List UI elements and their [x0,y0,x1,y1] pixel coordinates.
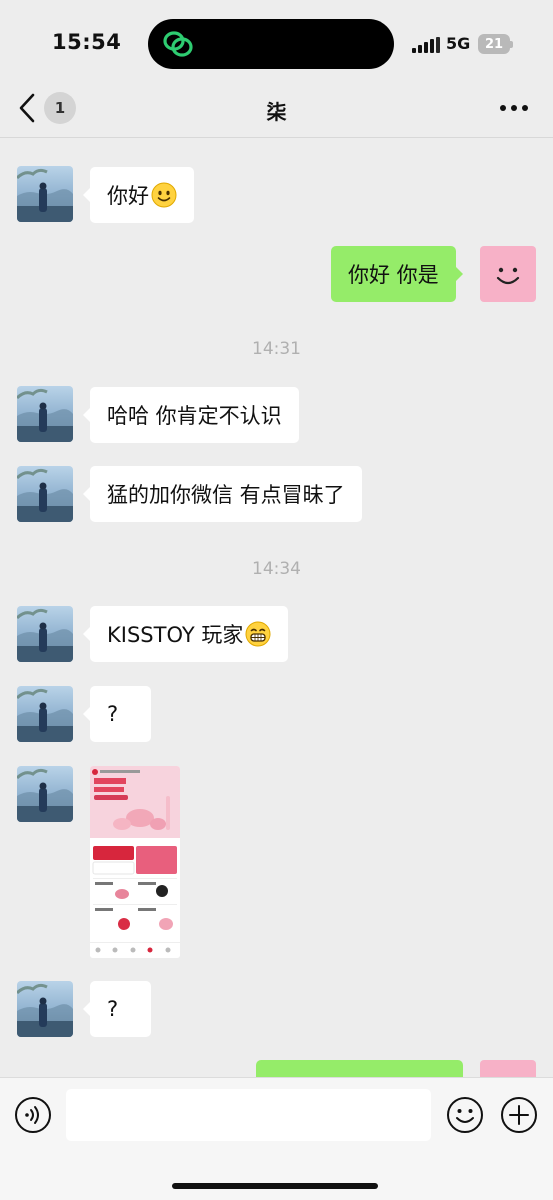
battery-tip [510,41,513,48]
incoming-message-bubble[interactable]: ? [83,686,151,742]
status-time: 15:54 [52,30,122,54]
message-text: 你好 你是 [348,263,439,287]
grin-emoji-icon [245,621,271,647]
status-bar: 15:54 5G 21 [0,0,553,80]
incoming-message-bubble[interactable]: 猛的加你微信 有点冒昧了 [83,466,362,522]
message-text: ? [107,702,119,726]
message-timestamp: 14:34 [252,559,301,579]
emoji-icon[interactable] [446,1096,484,1134]
dynamic-island [148,19,394,69]
contact-avatar[interactable] [17,166,73,222]
incoming-message-bubble[interactable]: 你好 [83,167,194,223]
message-timestamp: 14:31 [252,339,301,359]
network-type: 5G [446,34,471,53]
my-avatar[interactable] [480,1060,536,1077]
message-text: ? [107,997,119,1021]
home-indicator [172,1183,378,1189]
signal-icon [412,37,440,53]
image-thumbnail [90,766,180,958]
contact-avatar[interactable] [17,981,73,1037]
message-text: 哈哈 你肯定不认识 [107,404,282,428]
chat-input-bar [0,1077,553,1200]
chat-header: 1 柒 [0,80,553,138]
message-input[interactable] [66,1089,431,1141]
contact-avatar[interactable] [17,686,73,742]
message-text: 你好 [107,184,149,208]
contact-avatar[interactable] [17,386,73,442]
app-screenshot-image[interactable] [90,766,180,958]
voice-input-icon[interactable] [14,1096,52,1134]
incoming-message-bubble[interactable]: KISSTOY 玩家 [82,606,289,662]
plus-icon[interactable] [500,1096,538,1134]
contact-avatar[interactable] [17,766,73,822]
battery-icon: 21 [478,34,510,54]
message-text: KISSTOY 玩家 [107,623,244,647]
outgoing-message-bubble-partial[interactable] [256,1060,470,1096]
more-options-icon[interactable] [498,96,530,120]
chat-title: 柒 [266,100,287,124]
smile-emoji-icon [151,182,177,208]
message-text: 猛的加你微信 有点冒昧了 [107,483,345,507]
contact-avatar[interactable] [17,606,73,662]
incoming-message-bubble[interactable]: ? [83,981,151,1037]
my-avatar[interactable] [480,246,536,302]
incoming-message-bubble[interactable]: 哈哈 你肯定不认识 [83,387,299,443]
outgoing-message-bubble[interactable]: 你好 你是 [331,246,463,302]
contact-avatar[interactable] [17,466,73,522]
wechat-link-icon [163,31,193,57]
